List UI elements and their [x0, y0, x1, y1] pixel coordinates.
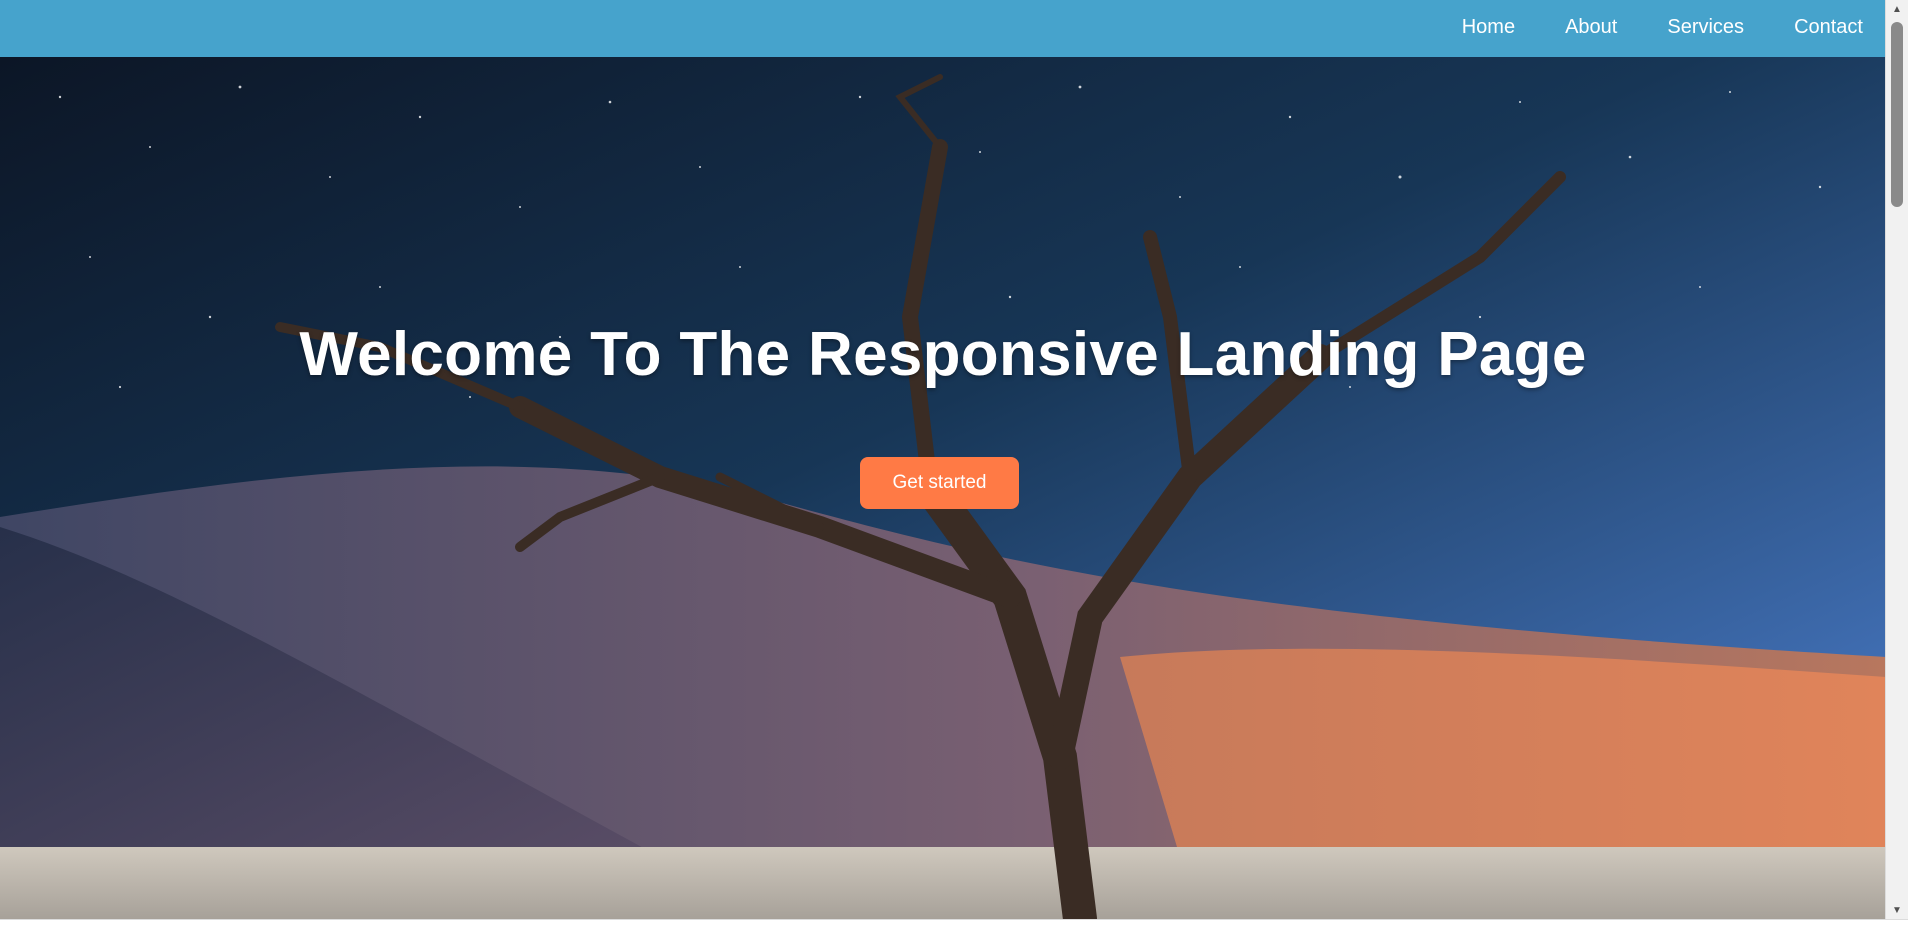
nav-home-link[interactable]: Home: [1462, 16, 1515, 39]
top-navbar: Home About Services Contact: [0, 0, 1886, 57]
vertical-scrollbar[interactable]: ▲ ▼: [1885, 0, 1908, 919]
hero-section: Welcome To The Responsive Landing Page G…: [0, 57, 1886, 919]
nav-contact-link[interactable]: Contact: [1794, 16, 1863, 39]
nav-services-link[interactable]: Services: [1667, 16, 1744, 39]
nav-about-link[interactable]: About: [1565, 16, 1617, 39]
scroll-thumb[interactable]: [1891, 22, 1903, 207]
scroll-up-icon[interactable]: ▲: [1886, 0, 1908, 18]
get-started-button[interactable]: Get started: [860, 457, 1019, 509]
hero-title: Welcome To The Responsive Landing Page: [299, 320, 1587, 389]
scroll-down-icon[interactable]: ▼: [1886, 901, 1908, 919]
